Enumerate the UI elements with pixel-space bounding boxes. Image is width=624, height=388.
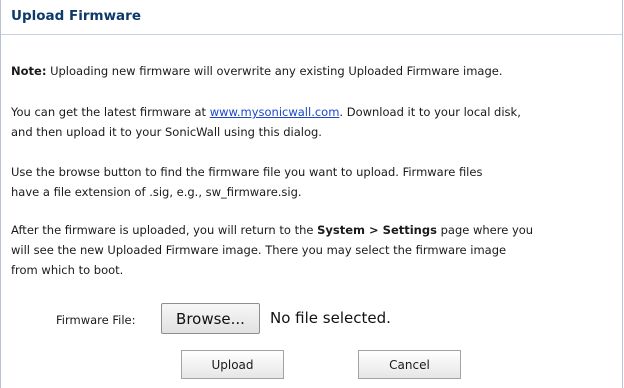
note-text: Uploading new firmware will overwrite an… (46, 64, 503, 78)
after-upload-paragraph: After the firmware is uploaded, you will… (11, 220, 614, 280)
cancel-button[interactable]: Cancel (358, 350, 461, 379)
after-upload-line-3: from which to boot. (11, 263, 124, 277)
latest-firmware-text-after: . Download it to your local disk, (339, 105, 521, 119)
after-upload-text-after: page where you (436, 223, 534, 237)
file-status-text: No file selected. (270, 309, 391, 327)
after-upload-text-before: After the firmware is uploaded, you will… (11, 223, 318, 237)
latest-firmware-line-2: and then upload it to your SonicWall usi… (11, 125, 322, 139)
latest-firmware-paragraph: You can get the latest firmware at www.m… (11, 102, 614, 142)
latest-firmware-text-before: You can get the latest firmware at (11, 105, 210, 119)
latest-firmware-line-1: You can get the latest firmware at www.m… (11, 102, 614, 122)
browse-button[interactable]: Browse... (161, 303, 260, 334)
firmware-file-label: Firmware File: (56, 313, 136, 327)
note-paragraph: Note: Uploading new firmware will overwr… (11, 61, 614, 81)
upload-firmware-dialog: Upload Firmware Note: Uploading new firm… (0, 0, 623, 388)
system-settings-text: System > Settings (317, 223, 437, 237)
browse-instructions-paragraph: Use the browse button to find the firmwa… (11, 162, 614, 202)
dialog-titlebar: Upload Firmware (1, 0, 622, 35)
browse-instructions-line-1: Use the browse button to find the firmwa… (11, 165, 483, 179)
after-upload-line-1: After the firmware is uploaded, you will… (11, 220, 614, 240)
browse-instructions-line-2: have a file extension of .sig, e.g., sw_… (11, 185, 302, 199)
mysonicwall-link[interactable]: www.mysonicwall.com (210, 105, 340, 119)
note-label: Note: (11, 64, 47, 78)
upload-button[interactable]: Upload (181, 350, 284, 379)
after-upload-line-2: will see the new Uploaded Firmware image… (11, 243, 507, 257)
dialog-title: Upload Firmware (11, 8, 141, 24)
